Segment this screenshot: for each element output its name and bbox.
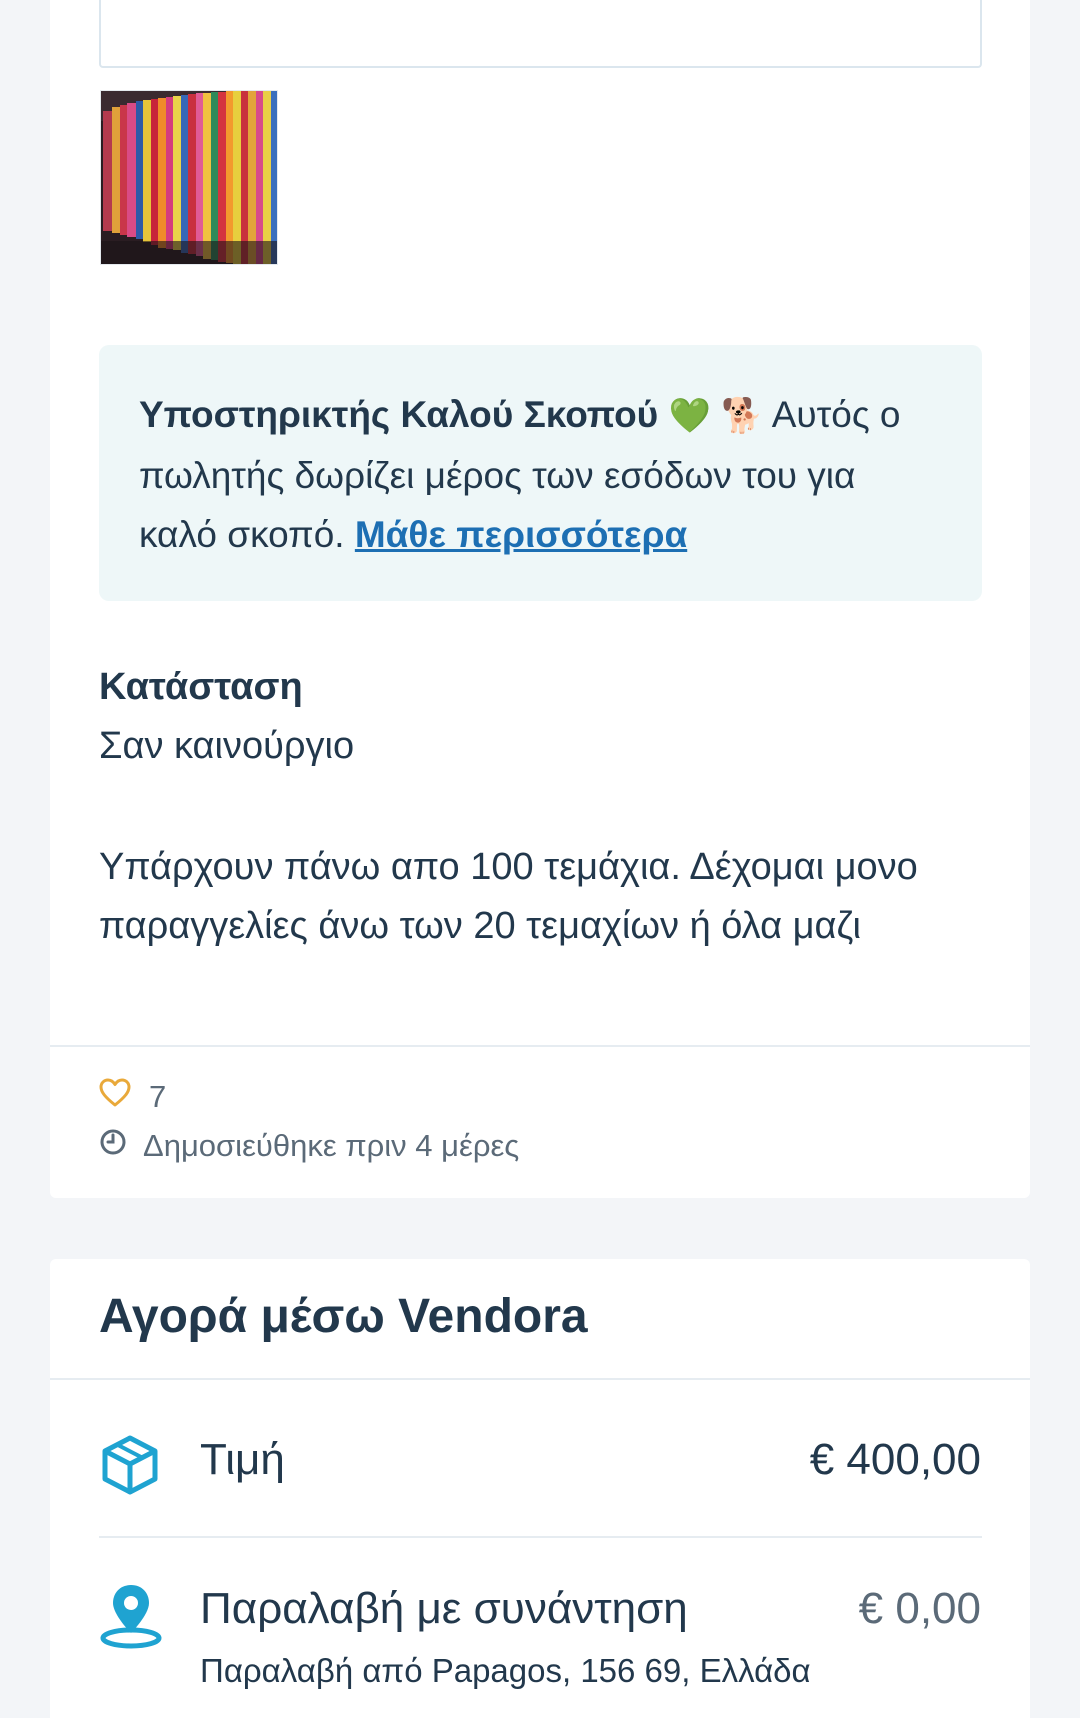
green-heart-icon: 💚: [668, 397, 711, 435]
location-pin-icon: [98, 1581, 164, 1654]
listing-photo-thumbnail[interactable]: [100, 90, 278, 265]
charity-supporter-banner: Υποστηρικτής Καλού Σκοπού 💚 🐕 Αυτός ο πω…: [99, 345, 982, 601]
pickup-cost: € 0,00: [858, 1584, 981, 1633]
condition-value: Σαν καινούργιο: [99, 725, 355, 767]
listing-description: Υπάρχουν πάνω απο 100 τεμάχια. Δέχομαι μ…: [99, 846, 918, 947]
charity-title: Υποστηρικτής Καλού Σκοπού: [139, 394, 659, 435]
condition-label: Κατάσταση: [99, 666, 303, 708]
posted-time-row: Δημοσιεύθηκε πριν 4 μέρες: [99, 1128, 519, 1164]
pickup-address: Παραλαβή από Papagos, 156 69, Ελλάδα: [200, 1652, 811, 1689]
price-label: Τιμή: [200, 1435, 285, 1484]
divider: [50, 1378, 1030, 1380]
clock-icon: [99, 1128, 127, 1164]
divider: [50, 1045, 1030, 1047]
comic-books-image: [101, 91, 277, 264]
heart-icon[interactable]: [99, 1078, 131, 1116]
price-value: € 400,00: [809, 1435, 981, 1484]
package-icon: [98, 1433, 162, 1502]
likes-count: 7: [149, 1079, 167, 1114]
posted-time-text: Δημοσιεύθηκε πριν 4 μέρες: [143, 1128, 520, 1163]
purchase-title: Αγορά μέσω Vendora: [99, 1290, 588, 1343]
dog-icon: 🐕: [721, 397, 764, 435]
message-box[interactable]: [99, 0, 982, 68]
likes-row[interactable]: 7: [99, 1078, 166, 1116]
learn-more-link[interactable]: Μάθε περισσότερα: [355, 514, 687, 555]
pickup-label[interactable]: Παραλαβή με συνάντηση: [200, 1584, 688, 1634]
purchase-card: Αγορά μέσω Vendora Τιμή € 400,00 Παραλαβ…: [50, 1259, 1030, 1718]
listing-card: Υποστηρικτής Καλού Σκοπού 💚 🐕 Αυτός ο πω…: [50, 0, 1030, 1198]
divider: [99, 1536, 982, 1538]
